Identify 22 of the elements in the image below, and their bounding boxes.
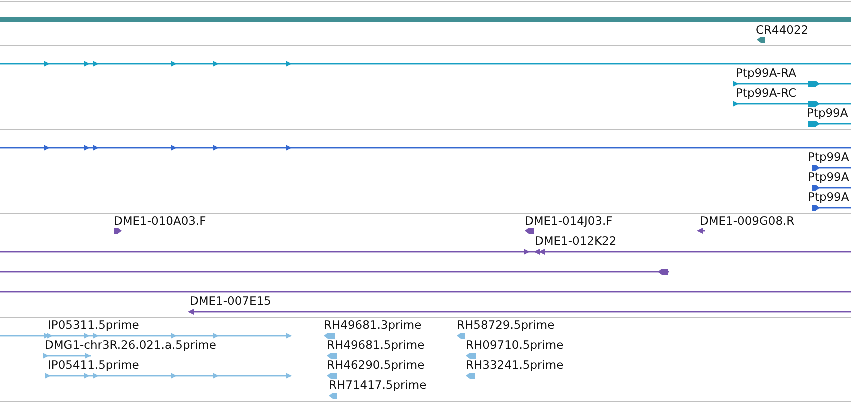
feature-label: Ptp99A — [808, 150, 850, 164]
feature-label: RH71417.5prime — [329, 378, 427, 392]
feature-label: DME1-014J03.F — [525, 214, 613, 228]
feature-label: Ptp99A-RC — [736, 86, 797, 100]
feature-label: RH33241.5prime — [466, 358, 564, 372]
feature-label: DME1-012K22 — [535, 234, 617, 248]
feature-label: DMG1-chr3R.26.021.a.5prime — [45, 338, 216, 352]
feature-label: RH49681.3prime — [324, 318, 422, 332]
feature-label: IP05311.5prime — [48, 318, 140, 332]
feature-label: Ptp99A — [808, 170, 850, 184]
feature-label: DME1-007E15 — [190, 294, 272, 308]
feature-label: RH49681.5prime — [327, 338, 425, 352]
feature-label: IP05411.5prime — [48, 358, 140, 372]
feature-label: DME1-010A03.F — [114, 214, 206, 228]
feature-label: Ptp99A-RA — [736, 66, 797, 80]
feature-label: Ptp99A — [808, 190, 850, 204]
feature-label: CR44022 — [756, 23, 809, 37]
feature-label: RH46290.5prime — [327, 358, 425, 372]
feature-label: Ptp99A — [807, 106, 848, 120]
feature-label: RH09710.5prime — [466, 338, 564, 352]
feature-label: RH58729.5prime — [457, 318, 555, 332]
feature-label: DME1-009G08.R — [700, 214, 795, 228]
